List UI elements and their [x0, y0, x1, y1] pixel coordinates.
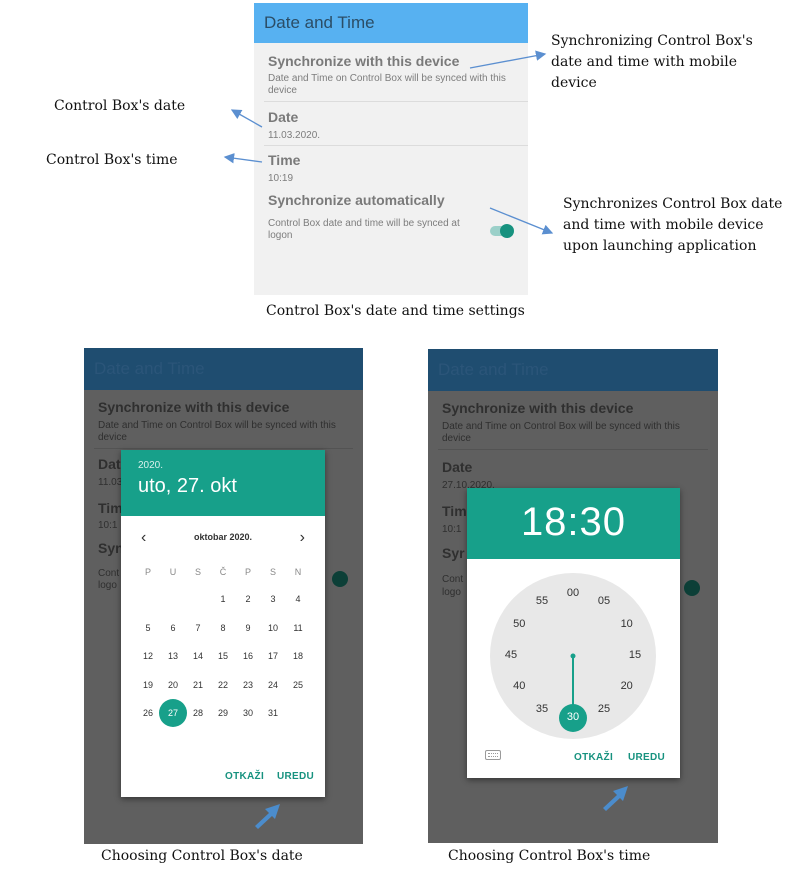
calendar-day[interactable]: 1 — [212, 594, 234, 604]
clock-minute[interactable]: 00 — [561, 587, 585, 599]
calendar-day[interactable]: 30 — [237, 708, 259, 718]
dim-auto-desc-1: Cont — [98, 568, 120, 579]
time-cancel-button[interactable]: OTKAŽI — [574, 752, 613, 763]
arrow-sync-auto — [489, 207, 554, 235]
dim-auto-desc-2: logo — [98, 580, 117, 591]
weekday-label: N — [294, 567, 302, 577]
weekday-label: P — [144, 567, 151, 577]
calendar-day[interactable]: 9 — [237, 623, 259, 633]
calendar-day[interactable]: 13 — [162, 651, 184, 661]
calendar-day[interactable]: 20 — [162, 680, 184, 690]
dim-app-bar: Date and Time — [84, 348, 363, 390]
arrow-sync-device — [469, 50, 547, 69]
date-cancel-button[interactable]: OTKAŽI — [225, 771, 264, 782]
weekday-label: S — [194, 567, 201, 577]
clock-hand — [559, 653, 587, 732]
clock-minute[interactable]: 20 — [615, 680, 639, 692]
date-picker-dialog: 2020. uto, 27. okt ‹ oktobar 2020. › PUS… — [121, 450, 325, 797]
arrow-time — [223, 153, 263, 164]
calendar-day[interactable]: 19 — [137, 680, 159, 690]
date-ok-button[interactable]: UREDU — [277, 771, 314, 782]
clock-numbers: 00 05 10 15 20 25 30 35 40 45 50 55 — [467, 488, 680, 778]
divider — [94, 448, 353, 449]
clock-minute[interactable]: 40 — [507, 680, 531, 692]
dim-time-value: 10:1 — [442, 524, 462, 535]
clock-center-dot — [570, 653, 576, 659]
calendar-grid: P U S Č P S N 1 2 3 4 5 6 7 8 9 10 11 12 13 14 15 16 17 18 19 20 21… — [121, 450, 325, 797]
caption-date: Choosing Control Box's date — [101, 848, 303, 864]
calendar-day[interactable]: 7 — [187, 623, 209, 633]
hint-arrow — [603, 786, 628, 811]
calendar-day[interactable]: 8 — [212, 623, 234, 633]
calendar-day[interactable]: 16 — [237, 651, 259, 661]
clock-minute[interactable]: 05 — [592, 595, 616, 607]
calendar-day[interactable]: 5 — [137, 623, 159, 633]
dim-date-value: 11.03 — [98, 477, 123, 488]
dim-app-title: Date and Time — [438, 360, 549, 379]
arrow-date — [230, 109, 263, 128]
calendar-day[interactable]: 26 — [137, 708, 159, 718]
weekday-label: S — [269, 567, 276, 577]
dim-sync-title: Synchronize with this device — [442, 400, 634, 416]
caption-time: Choosing Control Box's time — [448, 848, 651, 864]
dim-date-title: Date — [442, 459, 473, 475]
dim-auto-title: Syn — [98, 540, 124, 556]
calendar-day[interactable]: 6 — [162, 623, 184, 633]
dim-toggle-thumb — [332, 571, 348, 587]
clock-minute[interactable]: 30 — [561, 711, 585, 723]
divider — [438, 449, 708, 450]
dim-sync-desc: Date and Time on Control Box will be syn… — [98, 420, 336, 443]
weekday-label: P — [244, 567, 251, 577]
calendar-day[interactable]: 27 — [162, 708, 184, 718]
keyboard-icon[interactable] — [485, 750, 501, 760]
dim-app-title: Date and Time — [94, 359, 205, 378]
dim-sync-title: Synchronize with this device — [98, 399, 290, 415]
dim-auto-title: Syr — [442, 545, 465, 561]
calendar-day[interactable]: 15 — [212, 651, 234, 661]
clock-minute[interactable]: 35 — [530, 703, 554, 715]
clock-minute[interactable]: 25 — [592, 703, 616, 715]
calendar-day[interactable]: 2 — [237, 594, 259, 604]
dim-auto-desc-2: logo — [442, 587, 461, 598]
calendar-day[interactable]: 28 — [187, 708, 209, 718]
time-picker-dialog: 18:30 00 05 10 15 20 25 30 35 40 45 50 55 OTKAŽI UR… — [467, 488, 680, 778]
weekday-label: U — [169, 567, 177, 577]
calendar-day[interactable]: 24 — [262, 680, 284, 690]
dim-time-title: Tim — [442, 503, 467, 519]
calendar-day[interactable]: 11 — [287, 623, 309, 633]
calendar-day[interactable]: 3 — [262, 594, 284, 604]
clock-minute[interactable]: 55 — [530, 595, 554, 607]
clock-minute[interactable]: 50 — [507, 618, 531, 630]
calendar-day[interactable]: 10 — [262, 623, 284, 633]
dim-time-value: 10:1 — [98, 520, 118, 531]
calendar-day[interactable]: 25 — [287, 680, 309, 690]
weekday-label: Č — [219, 567, 227, 577]
calendar-day[interactable]: 4 — [287, 594, 309, 604]
calendar-day[interactable]: 17 — [262, 651, 284, 661]
keyboard-keys — [488, 753, 498, 757]
calendar-day[interactable]: 21 — [187, 680, 209, 690]
calendar-day[interactable]: 14 — [187, 651, 209, 661]
dim-app-bar: Date and Time — [428, 349, 718, 391]
dim-sync-desc: Date and Time on Control Box will be syn… — [442, 421, 680, 444]
dim-toggle-thumb — [684, 580, 700, 596]
calendar-day[interactable]: 31 — [262, 708, 284, 718]
hint-arrow — [255, 804, 280, 829]
clock-minute[interactable]: 45 — [499, 649, 523, 661]
calendar-day[interactable]: 23 — [237, 680, 259, 690]
calendar-day[interactable]: 22 — [212, 680, 234, 690]
calendar-day[interactable]: 18 — [287, 651, 309, 661]
clock-minute[interactable]: 15 — [623, 649, 647, 661]
calendar-day[interactable]: 29 — [212, 708, 234, 718]
time-ok-button[interactable]: UREDU — [628, 752, 665, 763]
clock-minute[interactable]: 10 — [615, 618, 639, 630]
calendar-day[interactable]: 12 — [137, 651, 159, 661]
dim-auto-desc-1: Cont — [442, 574, 464, 585]
